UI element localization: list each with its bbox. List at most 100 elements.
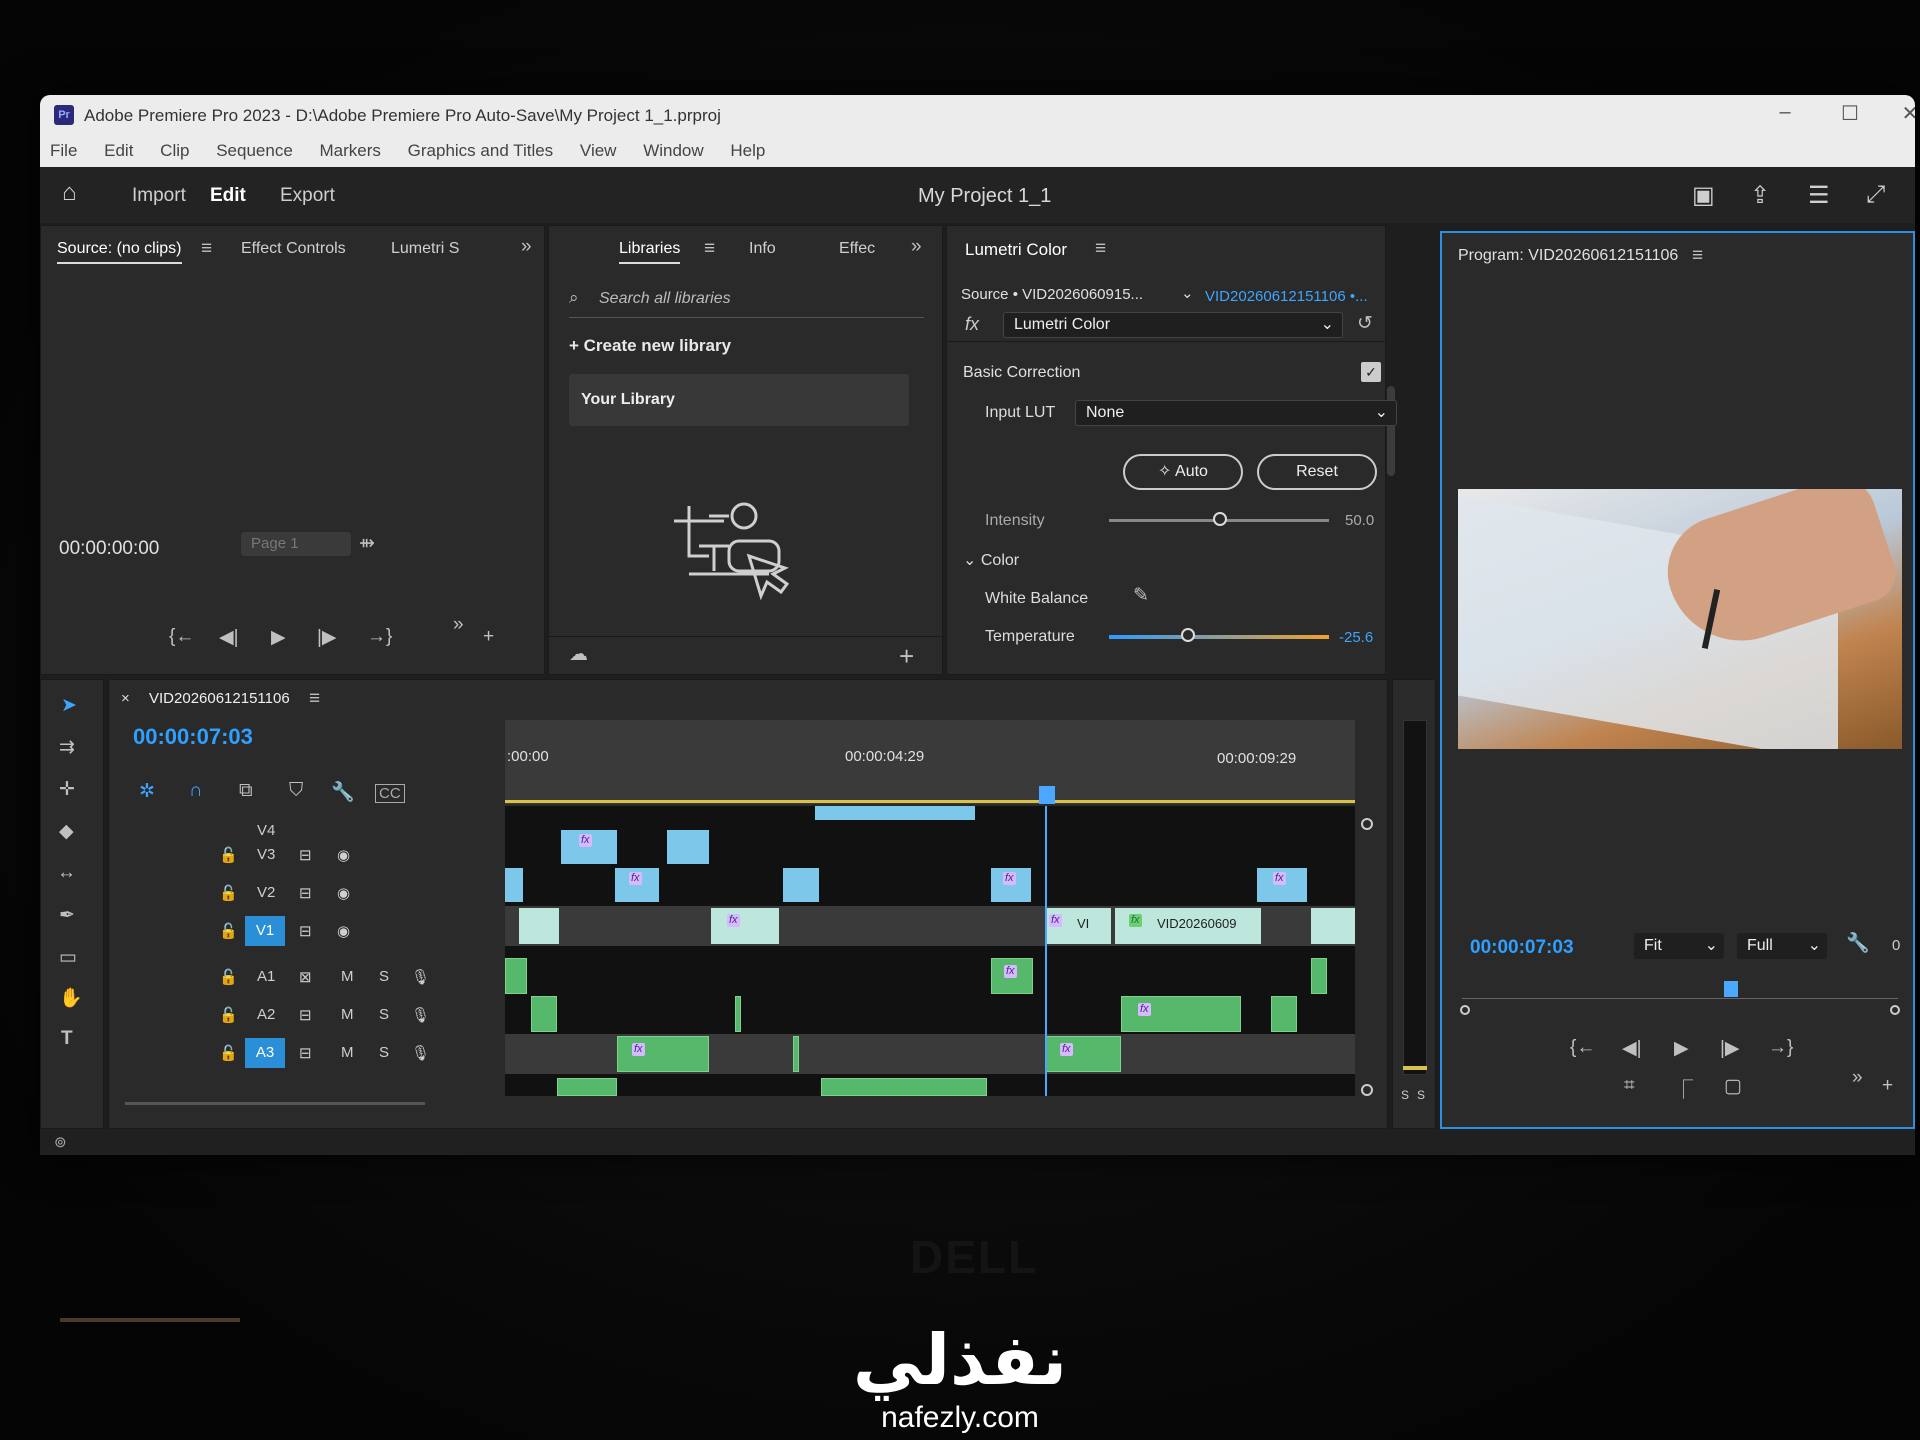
temperature-slider-handle[interactable]	[1181, 628, 1195, 642]
chevron-down-icon[interactable]: ⌄	[1181, 284, 1194, 302]
tab-export[interactable]: Export	[280, 185, 335, 207]
rectangle-tool-icon[interactable]: ▭	[59, 946, 77, 969]
panel-menu-icon[interactable]: ≡	[704, 238, 715, 260]
reset-effect-icon[interactable]: ↺	[1357, 312, 1373, 335]
track-area[interactable]: fx fx fx fx fx fx VI fx VID20260609 fx fx	[505, 806, 1355, 1096]
mark-in-icon[interactable]: {←	[1570, 1037, 1595, 1059]
intensity-slider-handle[interactable]	[1213, 512, 1227, 526]
razor-tool-icon[interactable]: ◆	[59, 820, 74, 843]
tab-lumetri-color[interactable]: Lumetri Color	[965, 240, 1067, 264]
tab-lumetri-scopes[interactable]: Lumetri S	[391, 240, 459, 258]
close-icon[interactable]: ✕	[1890, 101, 1915, 126]
clip-v2[interactable]: fx	[1257, 868, 1307, 902]
eye-icon[interactable]: ◉	[337, 922, 350, 940]
cloud-icon[interactable]: ☁	[569, 643, 588, 666]
page-selector[interactable]: Page 1	[241, 532, 351, 556]
zoom-handle-right[interactable]	[1890, 1005, 1900, 1015]
captions-icon[interactable]: CC	[375, 784, 405, 803]
track-label-a2[interactable]: A2	[257, 1006, 275, 1023]
extract-icon[interactable]: ⎾	[1674, 1075, 1693, 1102]
your-library-item[interactable]: Your Library	[569, 374, 909, 426]
clip-a1[interactable]	[1311, 958, 1327, 994]
lock-icon[interactable]: 🔓	[219, 1044, 238, 1062]
settings-arrows-icon[interactable]: ⇻	[359, 532, 375, 555]
track-label-v1[interactable]: V1	[245, 916, 285, 946]
add-icon[interactable]: +	[899, 641, 914, 672]
color-section[interactable]: ⌄ Color	[963, 550, 1019, 570]
reset-button[interactable]: Reset	[1257, 454, 1377, 490]
solo-left-button[interactable]: S	[1401, 1088, 1409, 1102]
solo-s-icon[interactable]: S	[379, 968, 389, 985]
microphone-icon[interactable]: 🎙	[411, 968, 430, 986]
sync-lock-icon[interactable]: ⊟	[299, 884, 312, 902]
microphone-icon[interactable]: 🎙	[411, 1044, 430, 1062]
track-label-a3[interactable]: A3	[245, 1038, 285, 1068]
mark-out-icon[interactable]: →}	[367, 626, 392, 648]
sync-lock-icon[interactable]: ⊟	[299, 1006, 312, 1024]
solo-right-button[interactable]: S	[1417, 1088, 1425, 1102]
nest-icon[interactable]: ✲	[139, 780, 155, 803]
selection-tool-icon[interactable]: ➤	[61, 694, 77, 717]
clip-a1[interactable]: fx	[991, 958, 1033, 994]
program-time-ruler[interactable]	[1462, 979, 1898, 999]
fullscreen-icon[interactable]: ⤢	[1866, 181, 1885, 209]
eye-icon[interactable]: ◉	[337, 884, 350, 902]
clip-v1[interactable]	[519, 908, 559, 944]
wrench-icon[interactable]: 🔧	[1846, 931, 1870, 955]
sync-lock-icon[interactable]: ⊟	[299, 1044, 312, 1062]
hamburger-menu-icon[interactable]: ☰	[1808, 181, 1830, 210]
workspaces-icon[interactable]: ▣	[1692, 181, 1715, 210]
play-icon[interactable]: ▶	[271, 626, 286, 649]
solo-s-icon[interactable]: S	[379, 1006, 389, 1023]
more-controls-icon[interactable]: »	[1852, 1067, 1863, 1089]
clip-a4[interactable]	[821, 1078, 987, 1096]
temperature-value[interactable]: -25.6	[1339, 629, 1373, 646]
basic-correction-header[interactable]: Basic Correction	[963, 364, 1080, 382]
mute-m-icon[interactable]: M	[341, 1044, 354, 1061]
tab-edit[interactable]: Edit	[210, 185, 246, 207]
clip-v2[interactable]: fx	[991, 868, 1031, 902]
create-library-button[interactable]: + Create new library	[569, 336, 731, 356]
eyedropper-icon[interactable]: ✎	[1133, 584, 1149, 607]
overflow-chevron-icon[interactable]: »	[521, 236, 532, 258]
lock-icon[interactable]: 🔓	[219, 968, 238, 986]
work-area-bar[interactable]	[505, 800, 1355, 803]
add-marker-icon[interactable]: ⛉	[289, 780, 303, 802]
tab-effect-controls[interactable]: Effect Controls	[241, 240, 346, 258]
minimize-icon[interactable]: –	[1765, 101, 1805, 124]
more-controls-icon[interactable]: »	[453, 614, 464, 636]
add-button-icon[interactable]: +	[1882, 1075, 1893, 1097]
menu-markers[interactable]: Markers	[320, 137, 381, 165]
time-ruler[interactable]: :00:00 00:00:04:29 00:00:09:29	[505, 720, 1355, 804]
input-lut-select[interactable]: None ⌄	[1075, 400, 1397, 426]
clip-a3[interactable]	[793, 1036, 799, 1072]
track-zoom-scrollbar[interactable]	[125, 1102, 425, 1105]
tab-effects[interactable]: Effec	[839, 240, 875, 258]
intensity-value[interactable]: 50.0	[1345, 512, 1374, 529]
menu-graphics-titles[interactable]: Graphics and Titles	[408, 137, 554, 165]
vertical-zoom-handle[interactable]	[1361, 818, 1373, 830]
snap-magnet-icon[interactable]: ∩	[189, 780, 203, 802]
mark-in-icon[interactable]: {←	[169, 626, 194, 648]
library-search[interactable]: ⌕ Search all libraries	[569, 282, 924, 318]
clip-v4[interactable]	[815, 806, 975, 820]
clip-a1[interactable]	[505, 958, 527, 994]
close-sequence-icon[interactable]: ×	[121, 690, 130, 707]
tab-libraries[interactable]: Libraries	[619, 240, 681, 264]
sequence-tab[interactable]: VID20260612151106	[149, 690, 290, 707]
lock-icon[interactable]: 🔓	[219, 846, 238, 864]
playhead-line[interactable]	[1045, 806, 1047, 1096]
track-label-v4[interactable]: V4	[257, 822, 275, 839]
target-clip-label[interactable]: VID20260612151106 •...	[1205, 288, 1368, 305]
mute-m-icon[interactable]: M	[341, 968, 354, 985]
clip-v2[interactable]	[505, 868, 523, 902]
basic-correction-checkbox[interactable]: ✓	[1361, 362, 1381, 382]
panel-menu-icon[interactable]: ≡	[1692, 245, 1703, 267]
zoom-handle-left[interactable]	[1460, 1005, 1470, 1015]
search-input[interactable]: Search all libraries	[599, 290, 731, 308]
sync-lock-icon[interactable]: ⊟	[299, 922, 312, 940]
export-frame-icon[interactable]: ▢	[1724, 1075, 1742, 1098]
clip-v3[interactable]	[667, 830, 709, 864]
type-tool-icon[interactable]: T	[61, 1028, 73, 1050]
clip-v1[interactable]: fx VID20260609	[1115, 908, 1261, 944]
